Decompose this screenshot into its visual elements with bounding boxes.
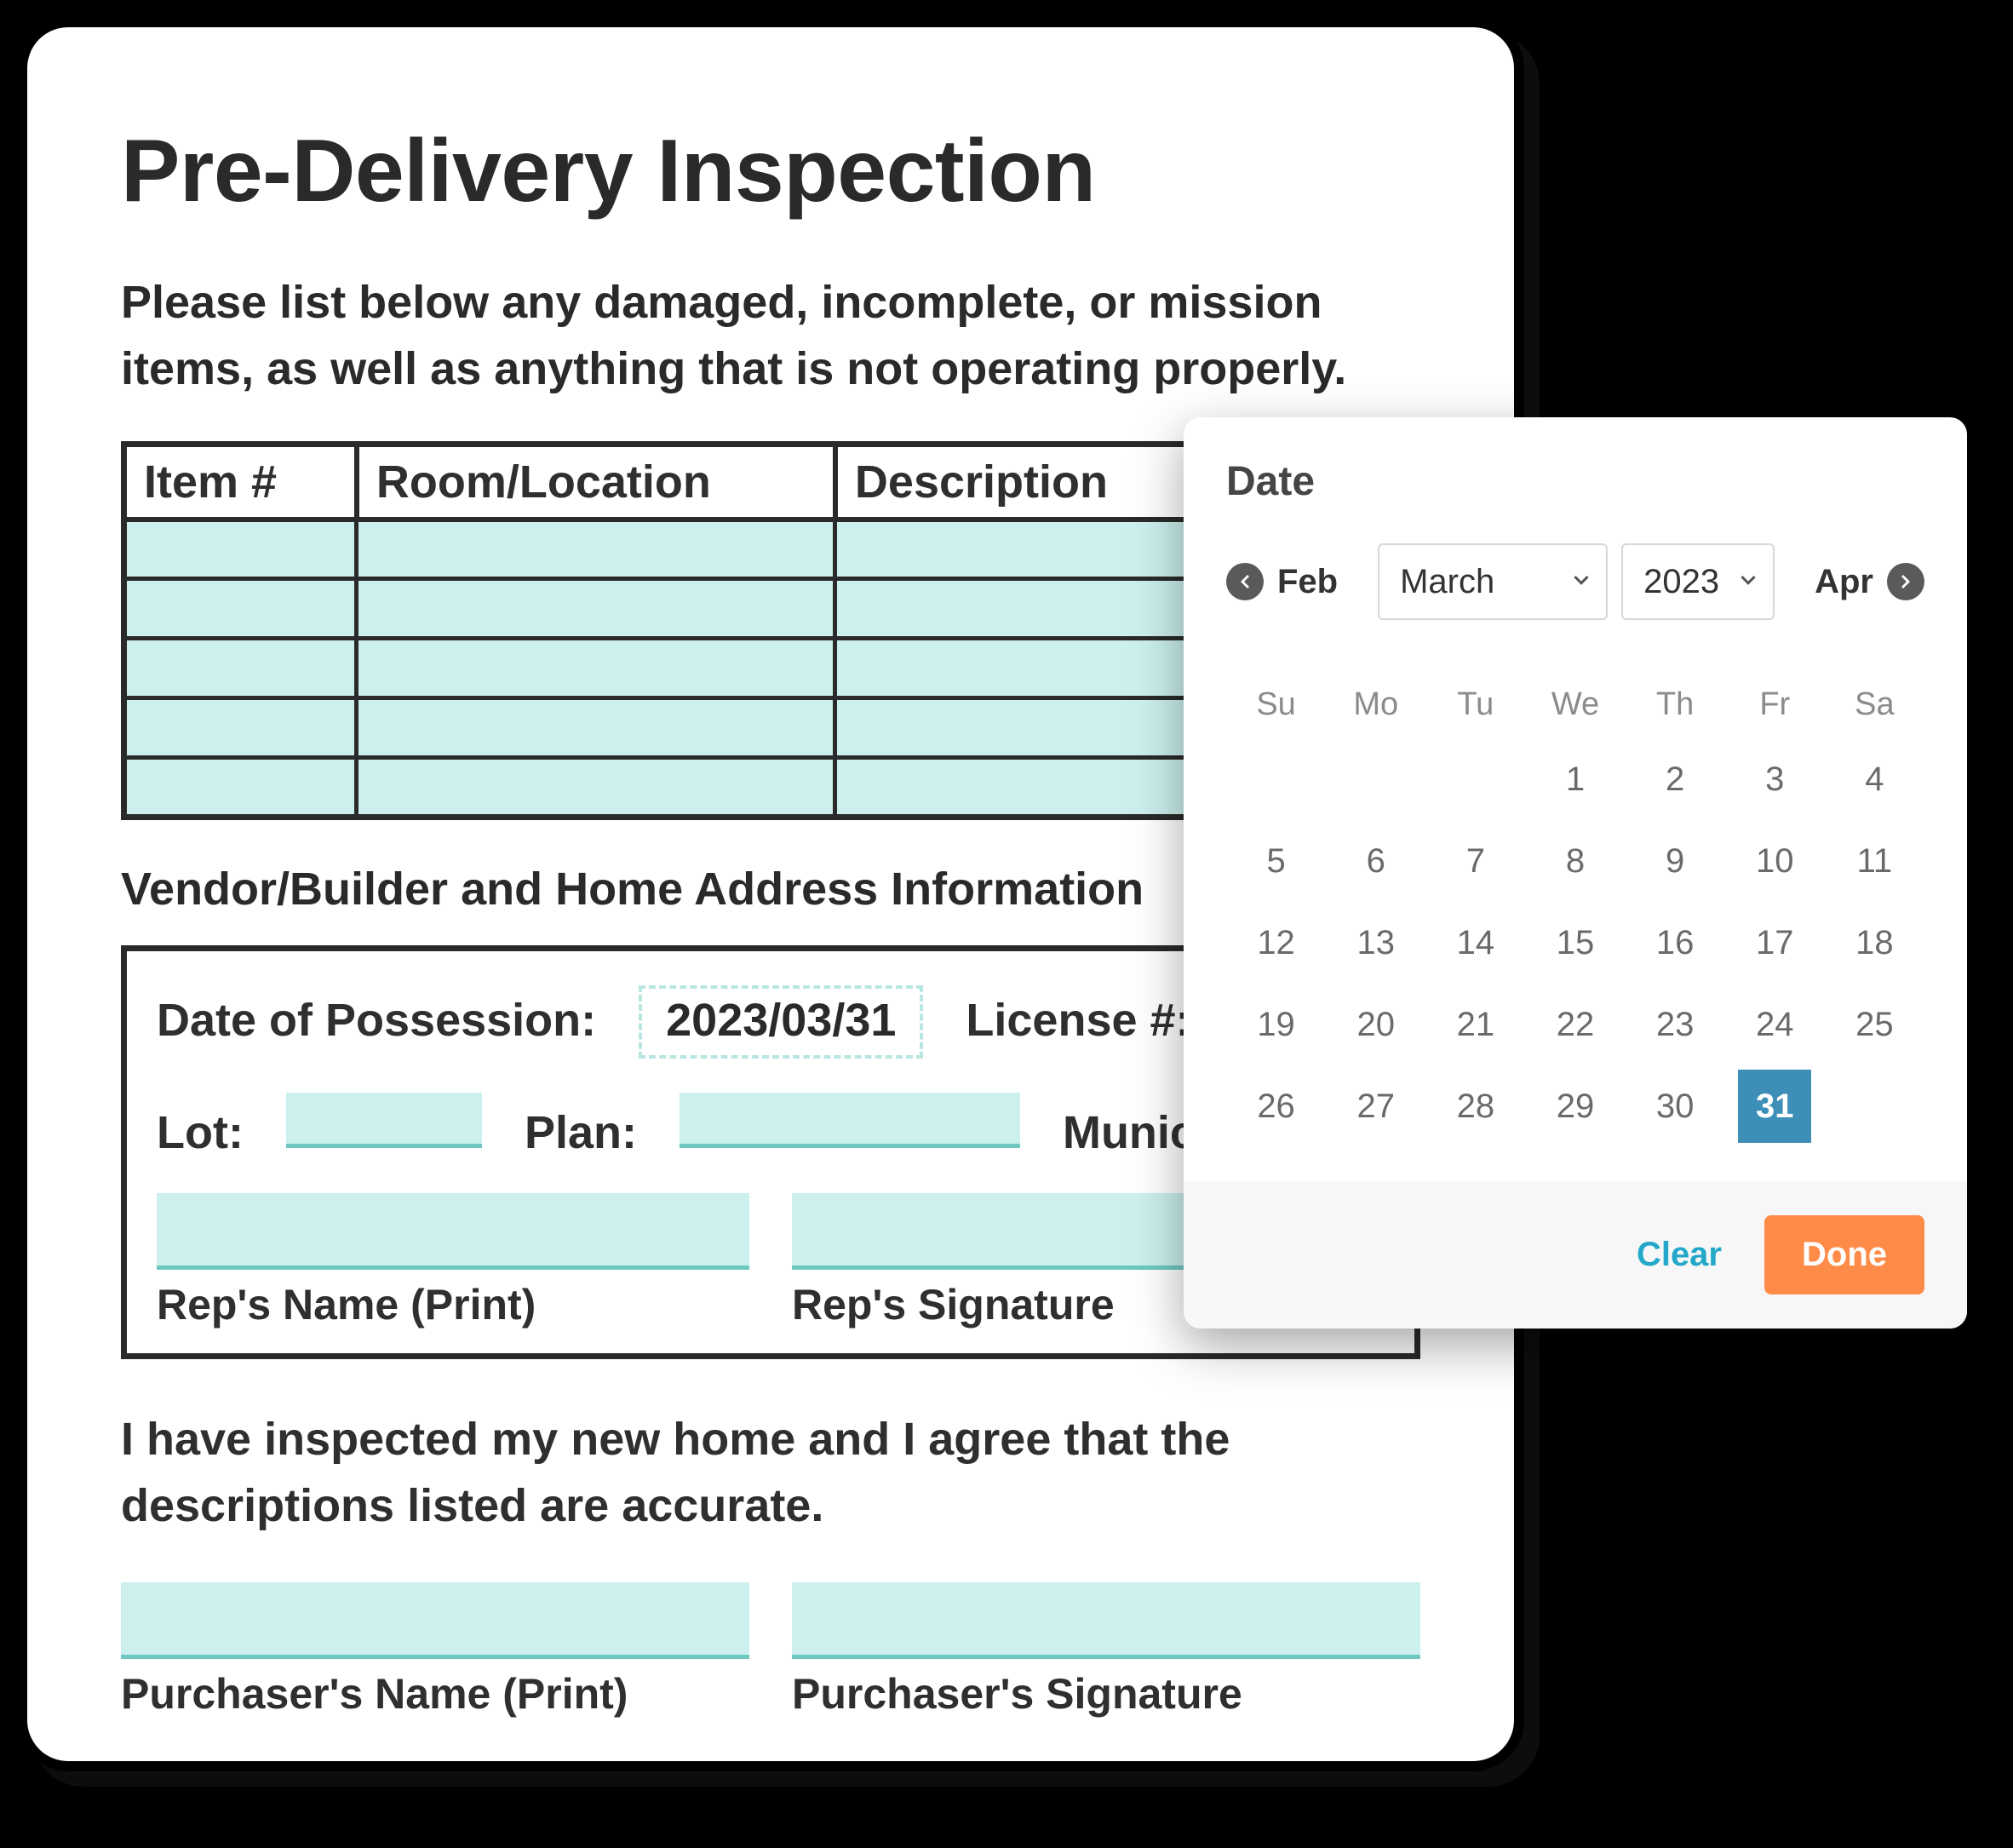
lot-label: Lot: (157, 1106, 244, 1159)
year-select[interactable]: 2023 (1621, 543, 1775, 620)
calendar-dow: We (1525, 671, 1625, 738)
calendar-dow: Tu (1425, 671, 1525, 738)
calendar-day[interactable]: 1 (1525, 738, 1625, 820)
attestation-text: I have inspected my new home and I agree… (121, 1406, 1420, 1540)
calendar-day[interactable]: 13 (1326, 902, 1425, 984)
calendar-grid: SuMoTuWeThFrSa ...1234567891011121314151… (1184, 671, 1967, 1181)
purchaser-name-field[interactable] (121, 1582, 749, 1659)
calendar-dow: Fr (1725, 671, 1825, 738)
calendar-dow: Su (1226, 671, 1326, 738)
calendar-day[interactable]: 7 (1425, 820, 1525, 902)
plan-field[interactable] (680, 1093, 1020, 1148)
calendar-day[interactable]: 21 (1425, 984, 1525, 1065)
calendar-day[interactable]: 3 (1725, 738, 1825, 820)
prev-month-label: Feb (1277, 563, 1338, 601)
form-intro-text: Please list below any damaged, incomplet… (121, 269, 1420, 403)
date-of-possession-field[interactable]: 2023/03/31 (639, 985, 923, 1059)
purchaser-signature-caption: Purchaser's Signature (792, 1669, 1420, 1719)
rep-name-field[interactable] (157, 1193, 749, 1270)
date-picker: Date Feb March 2023 (1184, 417, 1967, 1329)
calendar-day[interactable]: 6 (1326, 820, 1425, 902)
chevron-right-icon (1887, 563, 1924, 600)
chevron-left-icon (1226, 563, 1264, 600)
chevron-down-icon (1737, 563, 1759, 601)
purchaser-signature-field[interactable] (792, 1582, 1420, 1659)
calendar-day[interactable]: 25 (1825, 984, 1924, 1065)
calendar-day[interactable]: 14 (1425, 902, 1525, 984)
month-select-value: March (1400, 563, 1494, 601)
calendar-dow: Th (1626, 671, 1725, 738)
calendar-day[interactable]: 15 (1525, 902, 1625, 984)
calendar-empty: . (1226, 738, 1326, 820)
calendar-day[interactable]: 31 (1738, 1070, 1811, 1143)
rep-name-caption: Rep's Name (Print) (157, 1280, 749, 1329)
calendar-day[interactable]: 30 (1626, 1065, 1725, 1147)
clear-button[interactable]: Clear (1637, 1236, 1722, 1274)
prev-month-button[interactable]: Feb (1226, 563, 1338, 601)
next-month-button[interactable]: Apr (1815, 563, 1924, 601)
plan-label: Plan: (525, 1106, 637, 1159)
calendar-day[interactable]: 16 (1626, 902, 1725, 984)
calendar-day[interactable]: 20 (1326, 984, 1425, 1065)
calendar-day[interactable]: 8 (1525, 820, 1625, 902)
calendar-empty: . (1326, 738, 1425, 820)
calendar-day[interactable]: 29 (1525, 1065, 1625, 1147)
month-select[interactable]: March (1378, 543, 1608, 620)
calendar-day[interactable]: 27 (1326, 1065, 1425, 1147)
calendar-day[interactable]: 4 (1825, 738, 1924, 820)
calendar-day[interactable]: 18 (1825, 902, 1924, 984)
col-item-number: Item # (124, 444, 357, 519)
calendar-day[interactable]: 22 (1525, 984, 1625, 1065)
year-select-value: 2023 (1643, 563, 1719, 601)
calendar-empty: . (1425, 738, 1525, 820)
next-month-label: Apr (1815, 563, 1873, 601)
calendar-empty: . (1825, 1065, 1924, 1147)
page-title: Pre-Delivery Inspection (121, 121, 1420, 222)
calendar-day[interactable]: 24 (1725, 984, 1825, 1065)
calendar-day[interactable]: 5 (1226, 820, 1326, 902)
calendar-day[interactable]: 9 (1626, 820, 1725, 902)
purchaser-name-caption: Purchaser's Name (Print) (121, 1669, 749, 1719)
calendar-day[interactable]: 26 (1226, 1065, 1326, 1147)
calendar-dow: Mo (1326, 671, 1425, 738)
col-room-location: Room/Location (357, 444, 835, 519)
calendar-day[interactable]: 19 (1226, 984, 1326, 1065)
calendar-dow: Sa (1825, 671, 1924, 738)
calendar-day[interactable]: 10 (1725, 820, 1825, 902)
chevron-down-icon (1570, 563, 1592, 601)
date-of-possession-label: Date of Possession: (157, 994, 596, 1047)
calendar-day[interactable]: 17 (1725, 902, 1825, 984)
calendar-day[interactable]: 2 (1626, 738, 1725, 820)
lot-field[interactable] (286, 1093, 482, 1148)
calendar-day[interactable]: 12 (1226, 902, 1326, 984)
done-button[interactable]: Done (1764, 1215, 1924, 1294)
calendar-day[interactable]: 11 (1825, 820, 1924, 902)
date-picker-title: Date (1226, 458, 1924, 505)
license-number-label: License #: (966, 994, 1190, 1047)
calendar-day[interactable]: 28 (1425, 1065, 1525, 1147)
calendar-day[interactable]: 23 (1626, 984, 1725, 1065)
